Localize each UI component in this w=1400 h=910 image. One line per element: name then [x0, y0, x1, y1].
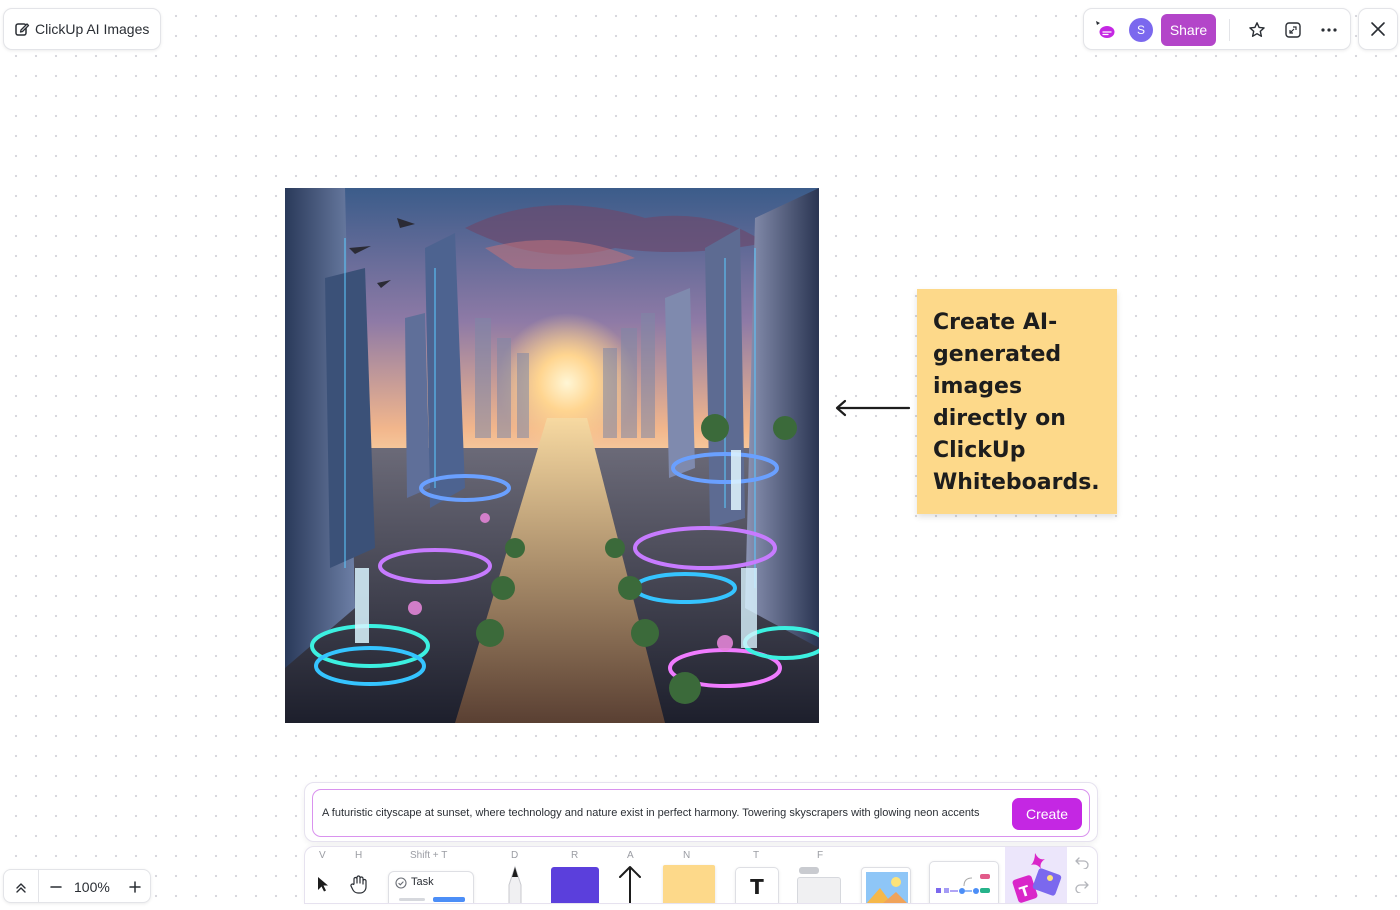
shape-tool[interactable]	[551, 867, 599, 903]
expand-icon[interactable]	[1281, 18, 1305, 42]
ai-prompt-input[interactable]	[322, 807, 1002, 819]
frame-tool[interactable]	[797, 867, 843, 903]
text-tool-glyph: T	[750, 875, 764, 899]
pen-icon	[508, 865, 522, 903]
mind-map-icon	[936, 874, 990, 894]
whiteboard-toolbar: V H Shift + T Task D R A N T T F T	[304, 846, 1098, 904]
clickup-ai-icon[interactable]	[1093, 18, 1117, 42]
sticky-note-tool[interactable]	[663, 865, 715, 903]
image-icon	[866, 872, 908, 903]
edit-pencil-icon	[15, 23, 30, 36]
plus-icon[interactable]	[123, 875, 147, 899]
futuristic-cityscape-image	[285, 188, 819, 723]
divider	[1229, 19, 1230, 41]
shortcut-text: T	[753, 850, 760, 861]
shortcut-task: Shift + T	[410, 850, 448, 861]
more-horizontal-icon[interactable]	[1317, 18, 1341, 42]
board-title-button[interactable]: ClickUp AI Images	[3, 8, 161, 50]
arrow-tool[interactable]	[615, 863, 645, 903]
ai-sparkle-image-icon: T	[1012, 853, 1062, 903]
prompt-field-wrapper: Create	[312, 789, 1090, 837]
frame-tab	[799, 867, 819, 874]
chevron-up-double-icon[interactable]	[9, 875, 33, 899]
cursor-icon	[318, 877, 328, 892]
zoom-level[interactable]: 100%	[74, 879, 110, 895]
pen-tool[interactable]	[503, 865, 527, 903]
shortcut-arrow: A	[627, 850, 634, 861]
shortcut-frame: F	[817, 850, 824, 861]
ai-image-prompt-panel: Create	[304, 782, 1098, 842]
shortcut-select: V	[319, 850, 326, 861]
share-button[interactable]: Share	[1161, 14, 1216, 46]
sticky-note[interactable]: Create AI-generated images directly on C…	[917, 289, 1117, 514]
zoom-divider	[38, 870, 39, 902]
undo-icon[interactable]	[1075, 855, 1089, 874]
hand-tool[interactable]	[348, 873, 370, 900]
redo-icon[interactable]	[1075, 879, 1089, 898]
arrow-up-icon	[619, 866, 641, 903]
templates-tool[interactable]	[929, 861, 999, 903]
task-tool-label: Task	[411, 876, 434, 888]
shortcut-note: N	[683, 850, 691, 861]
shortcut-draw: D	[511, 850, 519, 861]
hand-icon	[350, 875, 367, 894]
minus-icon[interactable]	[44, 875, 68, 899]
connector-arrow[interactable]	[833, 398, 911, 418]
create-button[interactable]: Create	[1012, 798, 1082, 830]
task-tool[interactable]: Task	[388, 871, 474, 903]
shortcut-hand: H	[355, 850, 363, 861]
ai-generated-image[interactable]	[285, 188, 819, 723]
close-button[interactable]	[1358, 8, 1398, 50]
star-icon[interactable]	[1245, 18, 1269, 42]
header-actions: S Share	[1083, 8, 1351, 50]
text-tool[interactable]: T	[735, 867, 779, 903]
shortcut-rectangle: R	[571, 850, 579, 861]
select-tool[interactable]	[315, 875, 331, 898]
frame-body	[797, 877, 841, 903]
check-circle-icon	[395, 877, 407, 889]
avatar[interactable]: S	[1129, 18, 1153, 42]
board-title: ClickUp AI Images	[35, 21, 150, 37]
close-icon	[1371, 22, 1385, 36]
task-line-grey	[399, 898, 425, 901]
zoom-controls: 100%	[3, 869, 151, 903]
image-upload-tool[interactable]	[861, 867, 911, 903]
task-line-blue	[433, 897, 465, 902]
ai-tool[interactable]: T	[1005, 847, 1067, 903]
